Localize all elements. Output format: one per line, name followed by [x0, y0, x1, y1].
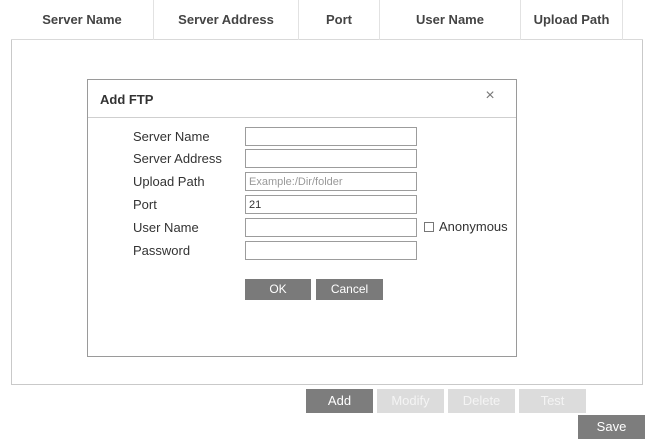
test-button[interactable]: Test	[519, 389, 586, 413]
server-name-label: Server Name	[133, 129, 210, 144]
column-header-port[interactable]: Port	[299, 0, 380, 40]
port-label: Port	[133, 197, 157, 212]
server-name-input[interactable]	[245, 127, 417, 146]
column-header-upload-path[interactable]: Upload Path	[521, 0, 623, 40]
ftp-settings-page: Server Name Server Address Port User Nam…	[0, 0, 647, 443]
dialog-header: Add FTP ×	[88, 80, 516, 118]
anonymous-option[interactable]: Anonymous	[424, 219, 508, 234]
server-address-input[interactable]	[245, 149, 417, 168]
user-name-input[interactable]	[245, 218, 417, 237]
ok-button[interactable]: OK	[245, 279, 311, 300]
column-header-server-address[interactable]: Server Address	[154, 0, 299, 40]
upload-path-label: Upload Path	[133, 174, 205, 189]
dialog-title: Add FTP	[100, 92, 154, 107]
close-icon[interactable]: ×	[482, 86, 498, 106]
upload-path-input[interactable]	[245, 172, 417, 191]
server-address-label: Server Address	[133, 151, 222, 166]
password-label: Password	[133, 243, 191, 258]
save-button[interactable]: Save	[578, 415, 645, 439]
user-name-label: User Name	[133, 220, 199, 235]
delete-button[interactable]: Delete	[448, 389, 515, 413]
cancel-button[interactable]: Cancel	[316, 279, 383, 300]
anonymous-checkbox[interactable]	[424, 221, 434, 232]
column-header-server-name[interactable]: Server Name	[11, 0, 154, 40]
anonymous-label: Anonymous	[439, 219, 508, 234]
add-ftp-dialog: Add FTP × Server Name Server Address Upl…	[87, 79, 517, 357]
table-header: Server Name Server Address Port User Nam…	[11, 0, 643, 40]
modify-button[interactable]: Modify	[377, 389, 444, 413]
column-header-spacer	[623, 0, 643, 40]
port-input[interactable]	[245, 195, 417, 214]
password-input[interactable]	[245, 241, 417, 260]
column-header-user-name[interactable]: User Name	[380, 0, 521, 40]
add-button[interactable]: Add	[306, 389, 373, 413]
